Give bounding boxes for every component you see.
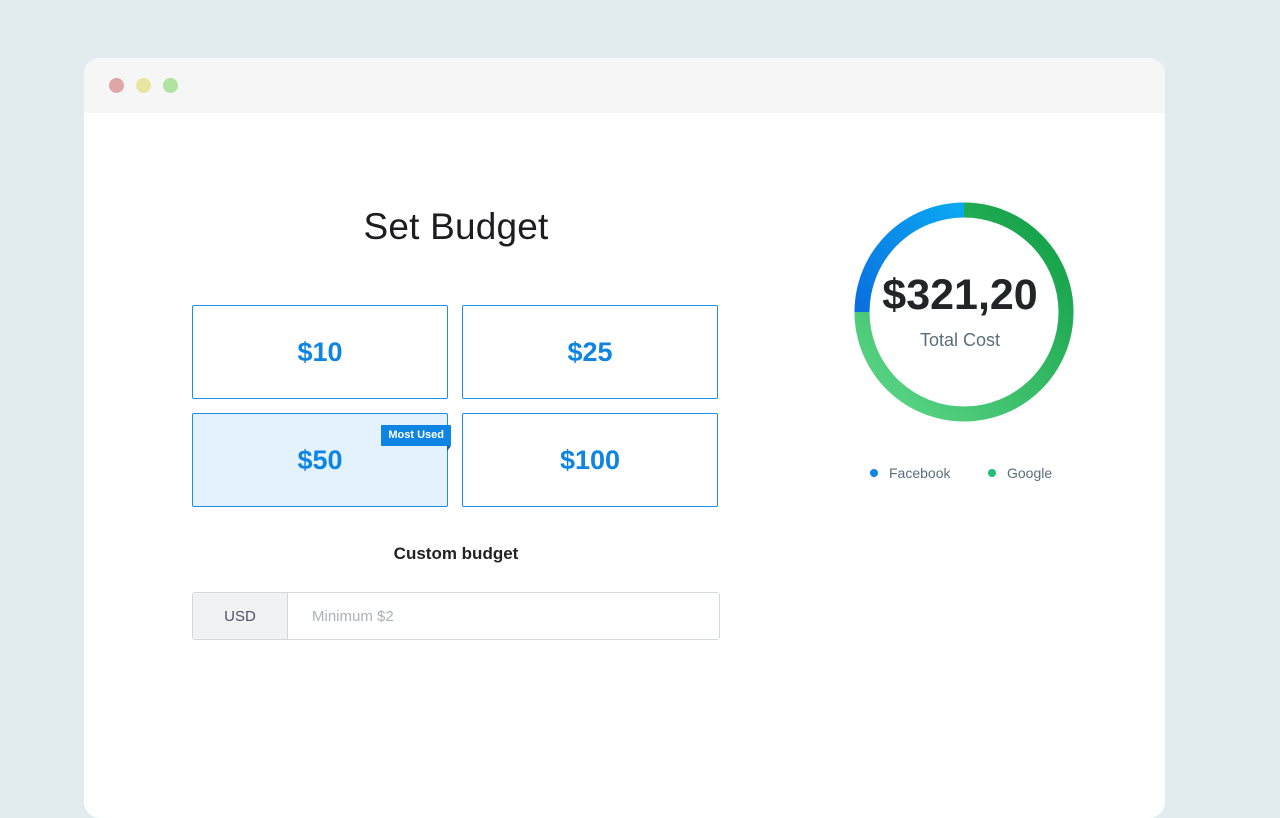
custom-budget-input-group: USD bbox=[192, 592, 720, 640]
window-titlebar bbox=[84, 58, 1165, 113]
legend-item-google: Google bbox=[988, 463, 1052, 483]
minimize-window-dot[interactable] bbox=[136, 78, 151, 93]
budget-option-label: $25 bbox=[567, 336, 613, 367]
custom-budget-label: Custom budget bbox=[393, 544, 519, 563]
budget-option-label: $100 bbox=[559, 444, 621, 475]
legend-item-facebook: Facebook bbox=[870, 463, 950, 483]
total-cost-value: $321,20 bbox=[882, 271, 1038, 319]
budget-option-25[interactable]: $25 bbox=[462, 305, 718, 399]
budget-option-label: $50 bbox=[297, 444, 343, 475]
google-legend-dot bbox=[988, 469, 996, 477]
budget-option-10[interactable]: $10 bbox=[192, 305, 448, 399]
total-cost-label: Total Cost bbox=[919, 330, 1001, 350]
most-used-badge: Most Used bbox=[381, 425, 451, 451]
custom-budget-input[interactable] bbox=[288, 593, 719, 639]
browser-window: Set Budget $10 $25 $50 Most Used $100 Cu… bbox=[84, 58, 1165, 818]
legend-label: Facebook bbox=[889, 465, 951, 481]
close-window-dot[interactable] bbox=[109, 78, 124, 93]
legend-label: Google bbox=[1007, 465, 1053, 481]
budget-option-50[interactable]: $50 Most Used bbox=[192, 413, 451, 507]
budget-option-100[interactable]: $100 bbox=[462, 413, 718, 507]
page-title: Set Budget bbox=[363, 206, 549, 247]
budget-option-label: $10 bbox=[297, 336, 343, 367]
facebook-legend-dot bbox=[870, 469, 878, 477]
maximize-window-dot[interactable] bbox=[163, 78, 178, 93]
currency-addon: USD bbox=[193, 593, 288, 639]
